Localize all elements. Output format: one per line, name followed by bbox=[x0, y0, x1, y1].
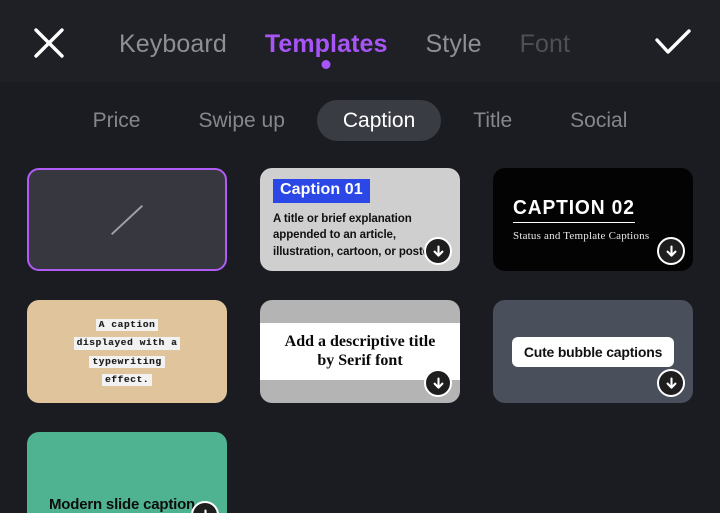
typewriter-line-1: A caption bbox=[95, 318, 159, 332]
template-card-serif-title[interactable]: Add a descriptive title by Serif font bbox=[260, 300, 460, 403]
tab-templates[interactable]: Templates bbox=[246, 23, 407, 69]
template-grid[interactable]: Caption 01 A title or brief explanation … bbox=[0, 166, 720, 513]
template-picker-screen: Keyboard Templates Style Font Price Swip… bbox=[0, 0, 720, 513]
close-icon bbox=[32, 26, 66, 60]
download-icon[interactable] bbox=[657, 237, 685, 265]
chip-title[interactable]: Title bbox=[447, 100, 538, 141]
typewriter-line-4: effect. bbox=[101, 373, 153, 387]
chip-price-label: Price bbox=[92, 108, 141, 132]
tab-templates-label: Templates bbox=[264, 30, 388, 58]
template-card-caption-02[interactable]: CAPTION 02 Status and Template Captions bbox=[493, 168, 693, 271]
tab-font-label: Font bbox=[519, 30, 571, 58]
caption-01-body: A title or brief explanation appended to… bbox=[273, 212, 436, 259]
chip-caption-label: Caption bbox=[342, 108, 416, 132]
download-icon[interactable] bbox=[424, 369, 452, 397]
close-button[interactable] bbox=[28, 22, 70, 64]
template-card-modern-slide[interactable]: Modern slide caption bbox=[27, 432, 227, 513]
active-tab-indicator-dot bbox=[321, 60, 331, 69]
tab-style[interactable]: Style bbox=[407, 23, 501, 65]
template-card-bubble[interactable]: Cute bubble captions bbox=[493, 300, 693, 403]
check-icon bbox=[654, 29, 692, 57]
chip-caption[interactable]: Caption bbox=[316, 99, 442, 141]
download-icon[interactable] bbox=[657, 369, 685, 397]
chip-swipe-up[interactable]: Swipe up bbox=[172, 100, 310, 141]
no-template-slash-icon bbox=[110, 204, 144, 235]
chip-social[interactable]: Social bbox=[544, 100, 653, 141]
serif-title-line-1: Add a descriptive title bbox=[284, 332, 436, 350]
serif-title-line-2: by Serif font bbox=[317, 351, 403, 369]
tab-style-label: Style bbox=[425, 30, 482, 58]
chip-price[interactable]: Price bbox=[67, 100, 167, 141]
tab-keyboard[interactable]: Keyboard bbox=[100, 23, 246, 65]
tab-keyboard-label: Keyboard bbox=[119, 30, 227, 58]
template-card-none[interactable] bbox=[27, 168, 227, 271]
chip-swipe-up-label: Swipe up bbox=[198, 108, 285, 132]
template-card-typewriter[interactable]: A caption displayed with a typewriting e… bbox=[27, 300, 227, 403]
confirm-button[interactable] bbox=[650, 22, 696, 64]
tab-font[interactable]: Font bbox=[501, 23, 589, 65]
bubble-caption-text: Cute bubble captions bbox=[511, 336, 675, 367]
download-icon[interactable] bbox=[424, 237, 452, 265]
chip-title-label: Title bbox=[473, 108, 513, 132]
category-chip-row: Price Swipe up Caption Title Social bbox=[0, 94, 720, 146]
caption-02-title: CAPTION 02 bbox=[513, 198, 635, 223]
typewriter-line-2: displayed with a bbox=[73, 337, 181, 350]
download-icon[interactable] bbox=[191, 501, 219, 513]
editor-mode-tabs: Keyboard Templates Style Font bbox=[100, 16, 620, 72]
typewriter-line-3: typewriting bbox=[89, 355, 165, 368]
caption-01-title: Caption 01 bbox=[273, 179, 370, 203]
top-navigation-bar: Keyboard Templates Style Font bbox=[0, 0, 720, 82]
modern-slide-text: Modern slide caption bbox=[49, 496, 196, 513]
chip-social-label: Social bbox=[570, 108, 628, 132]
template-card-caption-01[interactable]: Caption 01 A title or brief explanation … bbox=[260, 168, 460, 271]
